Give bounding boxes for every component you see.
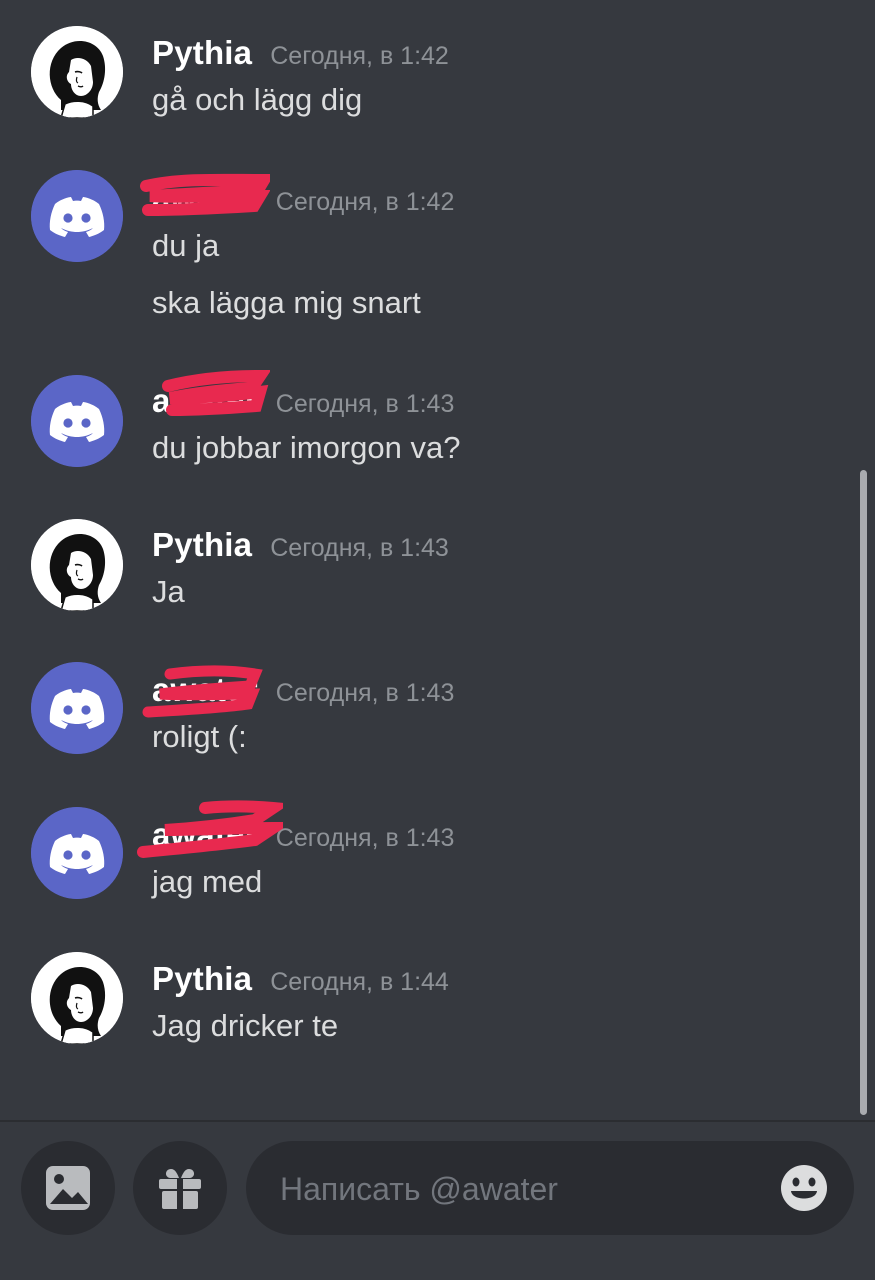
message-header: awater Сегодня, в 1:43 <box>152 382 454 420</box>
discord-logo-icon <box>31 170 123 262</box>
woman-portrait-icon <box>31 26 123 118</box>
message-timestamp: Сегодня, в 1:42 <box>270 42 449 70</box>
image-icon <box>46 1166 90 1210</box>
dm-chat-screen: Pythia Сегодня, в 1:42 gå och lägg dig aw… <box>0 0 875 1280</box>
message-timestamp: Сегодня, в 1:42 <box>275 188 455 216</box>
woman-portrait-icon <box>31 952 123 1044</box>
discord-logo-icon <box>31 662 123 754</box>
author-name[interactable]: Pythia <box>152 34 252 72</box>
pythia-avatar[interactable] <box>31 519 123 611</box>
message-header: awater Сегодня, в 1:42 <box>152 180 454 218</box>
pythia-avatar[interactable] <box>31 952 123 1044</box>
message-timestamp: Сегодня, в 1:43 <box>270 534 449 562</box>
message-text: du ja <box>152 228 220 263</box>
discord-logo-icon <box>31 375 123 467</box>
author-name[interactable]: awater <box>152 180 258 218</box>
message-input-container[interactable] <box>246 1141 854 1237</box>
message-text: jag med <box>152 864 263 899</box>
author-name[interactable]: Pythia <box>152 960 252 998</box>
message-timestamp: Сегодня, в 1:44 <box>270 968 449 996</box>
message-header: Pythia Сегодня, в 1:43 <box>152 526 449 564</box>
message-timestamp: Сегодня, в 1:43 <box>275 390 455 418</box>
message-timestamp: Сегодня, в 1:43 <box>275 679 455 707</box>
discord-default-avatar[interactable] <box>31 662 123 754</box>
message-header: awater Сегодня, в 1:43 <box>152 816 454 854</box>
message-text: ska lägga mig snart <box>152 285 421 320</box>
gift-button[interactable] <box>133 1141 227 1235</box>
author-name[interactable]: awater <box>152 816 258 854</box>
message-text: roligt (: <box>152 719 247 754</box>
message-header: Pythia Сегодня, в 1:42 <box>152 34 449 72</box>
message-text: Ja <box>152 574 185 609</box>
author-name[interactable]: Pythia <box>152 526 252 564</box>
message-header: awater Сегодня, в 1:43 <box>152 671 454 709</box>
discord-default-avatar[interactable] <box>31 375 123 467</box>
message-input[interactable] <box>278 1141 762 1237</box>
discord-default-avatar[interactable] <box>31 170 123 262</box>
emoji-icon[interactable] <box>780 1164 828 1212</box>
attach-image-button[interactable] <box>21 1141 115 1235</box>
message-list[interactable]: Pythia Сегодня, в 1:42 gå och lägg dig aw… <box>0 0 875 1120</box>
woman-portrait-icon <box>31 519 123 611</box>
scrollbar[interactable] <box>860 470 867 1115</box>
gift-icon <box>159 1169 201 1209</box>
author-name[interactable]: awater <box>152 382 258 420</box>
discord-default-avatar[interactable] <box>31 807 123 899</box>
message-text: Jag dricker te <box>152 1008 339 1043</box>
scrollbar-thumb[interactable] <box>860 470 867 1115</box>
author-name[interactable]: awater <box>152 671 258 709</box>
message-timestamp: Сегодня, в 1:43 <box>275 824 455 852</box>
message-header: Pythia Сегодня, в 1:44 <box>152 960 449 998</box>
discord-logo-icon <box>31 807 123 899</box>
message-text: gå och lägg dig <box>152 82 363 117</box>
message-text: du jobbar imorgon va? <box>152 430 461 465</box>
pythia-avatar[interactable] <box>31 26 123 118</box>
